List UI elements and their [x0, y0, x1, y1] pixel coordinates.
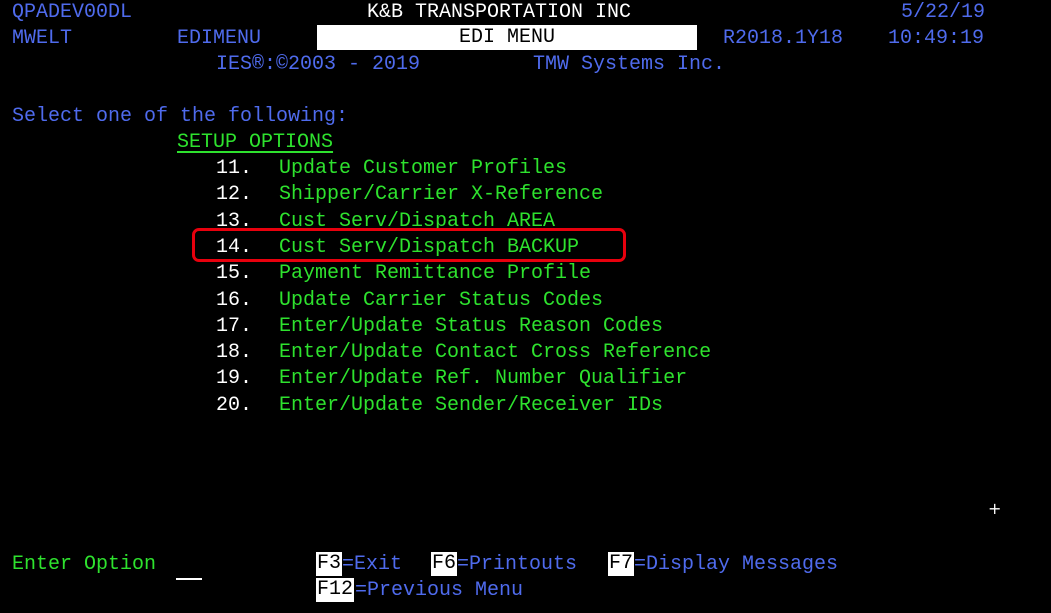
- copyright-notice: IES®:©2003 - 2019: [216, 53, 421, 76]
- option-number[interactable]: 19.: [216, 366, 252, 392]
- company-name: K&B TRANSPORTATION INC: [367, 1, 632, 24]
- option-label[interactable]: Enter/Update Ref. Number Qualifier: [279, 366, 687, 392]
- f6-action[interactable]: =Printouts: [457, 552, 577, 578]
- option-label[interactable]: Shipper/Carrier X-Reference: [279, 182, 603, 208]
- current-time: 10:49:19: [888, 27, 985, 50]
- option-number[interactable]: 18.: [216, 340, 252, 366]
- user-id: MWELT: [12, 27, 73, 50]
- option-label[interactable]: Enter/Update Sender/Receiver IDs: [279, 393, 663, 419]
- f7-key[interactable]: F7: [608, 552, 635, 576]
- option-label[interactable]: Enter/Update Status Reason Codes: [279, 314, 663, 340]
- option-number[interactable]: 20.: [216, 393, 252, 419]
- f6-key[interactable]: F6: [431, 552, 458, 576]
- option-label[interactable]: Update Carrier Status Codes: [279, 288, 603, 314]
- enter-option-label: Enter Option: [12, 553, 157, 576]
- section-title: SETUP OPTIONS: [177, 131, 334, 154]
- f12-key[interactable]: F12: [316, 578, 355, 602]
- release-version: R2018.1Y18: [723, 27, 844, 50]
- f3-key[interactable]: F3: [316, 552, 343, 576]
- option-label[interactable]: Update Customer Profiles: [279, 156, 567, 182]
- system-id: QPADEV00DL: [12, 1, 133, 24]
- option-label[interactable]: Payment Remittance Profile: [279, 261, 591, 287]
- option-number[interactable]: 16.: [216, 288, 252, 314]
- program-name: EDIMENU: [177, 27, 262, 50]
- f7-action[interactable]: =Display Messages: [634, 552, 838, 578]
- f3-action[interactable]: =Exit: [342, 552, 402, 578]
- cursor-crosshair-icon: +: [988, 499, 1002, 518]
- highlight-annotation: [192, 228, 626, 262]
- enter-option-input[interactable]: [176, 556, 202, 580]
- option-number[interactable]: 11.: [216, 156, 252, 182]
- current-date: 5/22/19: [901, 1, 986, 24]
- option-number[interactable]: 15.: [216, 261, 252, 287]
- option-number[interactable]: 17.: [216, 314, 252, 340]
- menu-title: EDI MENU: [317, 25, 697, 50]
- option-number[interactable]: 12.: [216, 182, 252, 208]
- option-label[interactable]: Enter/Update Contact Cross Reference: [279, 340, 711, 366]
- vendor-name: TMW Systems Inc.: [533, 53, 726, 76]
- f12-action[interactable]: =Previous Menu: [355, 578, 523, 604]
- select-prompt: Select one of the following:: [12, 105, 349, 128]
